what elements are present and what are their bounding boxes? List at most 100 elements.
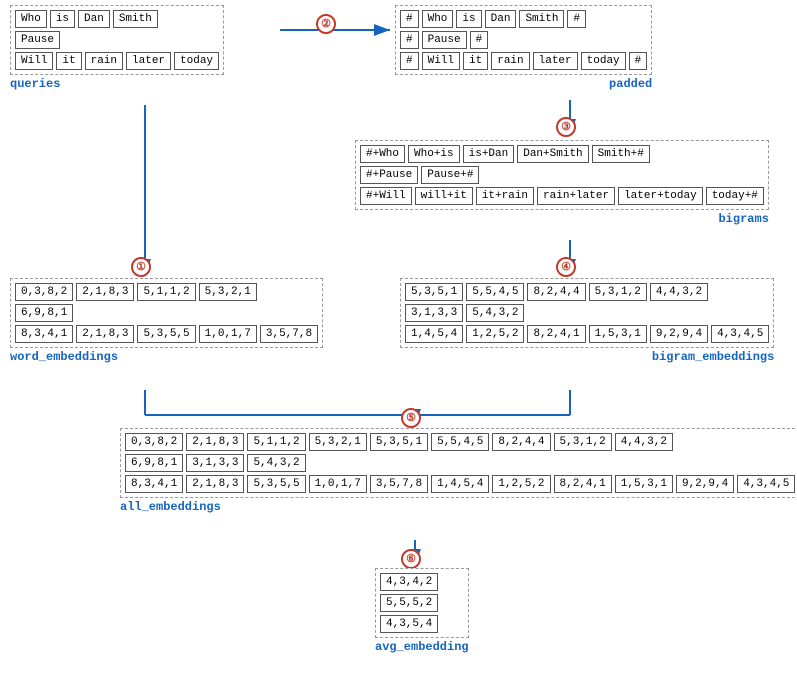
padded-row-2: # Pause #	[400, 31, 647, 49]
word-embeddings-section: 0,3,8,2 2,1,8,3 5,1,1,2 5,3,2,1 6,9,8,1 …	[10, 278, 323, 364]
bigrams-cell: rain+later	[537, 187, 615, 205]
queries-row-1: Who is Dan Smith	[15, 10, 219, 28]
bigrams-row-3: #+Will will+it it+rain rain+later later+…	[360, 187, 764, 205]
padded-label: padded	[395, 77, 652, 91]
ae-cell: 4,3,4,5	[737, 475, 795, 493]
bigrams-cell: #+Who	[360, 145, 405, 163]
we-cell: 1,0,1,7	[199, 325, 257, 343]
padded-cell: Pause	[422, 31, 467, 49]
avg-embedding-label: avg_embedding	[375, 640, 469, 654]
circle-1: ①	[131, 257, 151, 277]
we-cell: 5,3,2,1	[199, 283, 257, 301]
bigram-embeddings-section: 5,3,5,1 5,5,4,5 8,2,4,4 5,3,1,2 4,4,3,2 …	[400, 278, 774, 364]
be-cell: 3,1,3,3	[405, 304, 463, 322]
avg-row-2: 5,5,5,2	[380, 594, 464, 612]
ae-cell: 1,2,5,2	[492, 475, 550, 493]
avg-cell: 4,3,5,4	[380, 615, 438, 633]
padded-row-1: # Who is Dan Smith #	[400, 10, 647, 28]
we-cell: 2,1,8,3	[76, 283, 134, 301]
bigrams-cell: Smith+#	[592, 145, 650, 163]
circle-6: ⑥	[401, 549, 421, 569]
be-cell: 1,2,5,2	[466, 325, 524, 343]
ae-cell: 1,4,5,4	[431, 475, 489, 493]
be-row-2: 3,1,3,3 5,4,3,2	[405, 304, 769, 322]
be-cell: 8,2,4,4	[527, 283, 585, 301]
bigrams-cell: it+rain	[476, 187, 534, 205]
padded-cell: #	[400, 52, 419, 70]
bigrams-cell: is+Dan	[463, 145, 515, 163]
ae-cell: 9,2,9,4	[676, 475, 734, 493]
we-cell: 5,1,1,2	[137, 283, 195, 301]
padded-cell: #	[629, 52, 648, 70]
we-row-2: 6,9,8,1	[15, 304, 318, 322]
padded-cell: Smith	[519, 10, 564, 28]
be-row-3: 1,4,5,4 1,2,5,2 8,2,4,1 1,5,3,1 9,2,9,4 …	[405, 325, 769, 343]
all-embeddings-section: 0,3,8,2 2,1,8,3 5,1,1,2 5,3,2,1 5,3,5,1 …	[120, 428, 797, 514]
padded-cell: later	[533, 52, 578, 70]
ae-cell: 5,3,5,1	[370, 433, 428, 451]
ae-cell: 1,0,1,7	[309, 475, 367, 493]
queries-cell: Smith	[113, 10, 158, 28]
queries-cell: Will	[15, 52, 53, 70]
all-embeddings-label: all_embeddings	[120, 500, 797, 514]
padded-row-3: # Will it rain later today #	[400, 52, 647, 70]
padded-cell: rain	[491, 52, 529, 70]
be-cell: 5,3,1,2	[589, 283, 647, 301]
ae-cell: 5,3,2,1	[309, 433, 367, 451]
ae-cell: 5,1,1,2	[247, 433, 305, 451]
avg-row-3: 4,3,5,4	[380, 615, 464, 633]
ae-cell: 1,5,3,1	[615, 475, 673, 493]
bigrams-row-2: #+Pause Pause+#	[360, 166, 764, 184]
be-cell: 4,4,3,2	[650, 283, 708, 301]
padded-cell: Will	[422, 52, 460, 70]
ae-row-2: 6,9,8,1 3,1,3,3 5,4,3,2	[125, 454, 795, 472]
be-cell: 9,2,9,4	[650, 325, 708, 343]
queries-cell: is	[50, 10, 75, 28]
be-cell: 5,5,4,5	[466, 283, 524, 301]
bigrams-cell: #+Pause	[360, 166, 418, 184]
queries-cell: rain	[85, 52, 123, 70]
ae-cell: 6,9,8,1	[125, 454, 183, 472]
circle-4: ④	[556, 257, 576, 277]
we-row-3: 8,3,4,1 2,1,8,3 5,3,5,5 1,0,1,7 3,5,7,8	[15, 325, 318, 343]
padded-cell: Who	[422, 10, 454, 28]
bigrams-cell: Who+is	[408, 145, 460, 163]
queries-cell: it	[56, 52, 81, 70]
word-embeddings-label: word_embeddings	[10, 350, 323, 364]
be-row-1: 5,3,5,1 5,5,4,5 8,2,4,4 5,3,1,2 4,4,3,2	[405, 283, 769, 301]
padded-cell: #	[400, 10, 419, 28]
ae-cell: 2,1,8,3	[186, 433, 244, 451]
ae-cell: 3,5,7,8	[370, 475, 428, 493]
padded-section: # Who is Dan Smith # # Pause # # Will it…	[395, 5, 652, 91]
padded-cell: is	[456, 10, 481, 28]
we-cell: 6,9,8,1	[15, 304, 73, 322]
circle-5: ⑤	[401, 408, 421, 428]
bigrams-cell: #+Will	[360, 187, 412, 205]
bigrams-section: #+Who Who+is is+Dan Dan+Smith Smith+# #+…	[355, 140, 769, 226]
we-cell: 0,3,8,2	[15, 283, 73, 301]
padded-cell: #	[400, 31, 419, 49]
ae-cell: 5,4,3,2	[247, 454, 305, 472]
circle-3: ③	[556, 117, 576, 137]
ae-cell: 2,1,8,3	[186, 475, 244, 493]
bigrams-row-1: #+Who Who+is is+Dan Dan+Smith Smith+#	[360, 145, 764, 163]
padded-cell: #	[567, 10, 586, 28]
queries-section: Who is Dan Smith Pause Will it rain late…	[10, 5, 224, 91]
padded-cell: today	[581, 52, 626, 70]
avg-embedding-section: 4,3,4,2 5,5,5,2 4,3,5,4 avg_embedding	[375, 568, 469, 654]
queries-cell: Who	[15, 10, 47, 28]
ae-cell: 8,2,4,4	[492, 433, 550, 451]
we-cell: 2,1,8,3	[76, 325, 134, 343]
be-cell: 1,5,3,1	[589, 325, 647, 343]
circle-2: ②	[316, 14, 336, 34]
bigrams-cell: Dan+Smith	[517, 145, 588, 163]
avg-cell: 4,3,4,2	[380, 573, 438, 591]
ae-cell: 8,3,4,1	[125, 475, 183, 493]
be-cell: 5,3,5,1	[405, 283, 463, 301]
ae-cell: 5,5,4,5	[431, 433, 489, 451]
queries-cell: later	[126, 52, 171, 70]
ae-cell: 5,3,5,5	[247, 475, 305, 493]
padded-cell: it	[463, 52, 488, 70]
we-row-1: 0,3,8,2 2,1,8,3 5,1,1,2 5,3,2,1	[15, 283, 318, 301]
ae-cell: 0,3,8,2	[125, 433, 183, 451]
